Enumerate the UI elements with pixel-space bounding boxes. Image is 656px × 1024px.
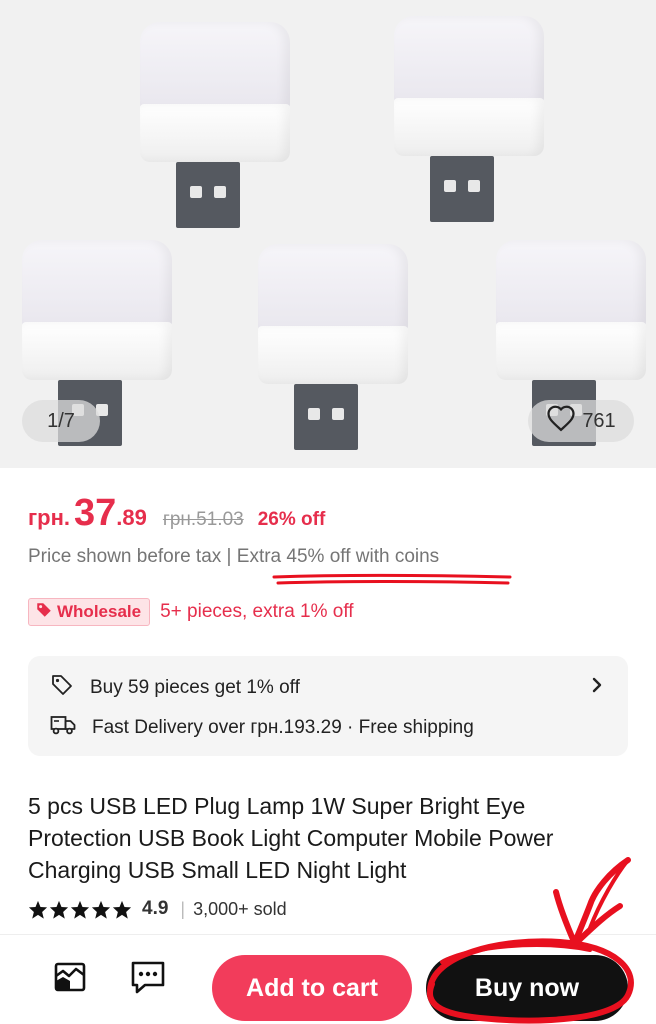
chat-button[interactable] (126, 957, 170, 1001)
discount-label: 26% off (257, 509, 326, 530)
original-price: грн.51.03 (162, 509, 244, 530)
star-icon (28, 900, 48, 919)
star-icon (70, 900, 90, 919)
annotation-underline (272, 574, 512, 585)
wholesale-text: 5+ pieces, extra 1% off (160, 601, 354, 622)
likes-count: 761 (582, 409, 616, 432)
product-image-lamp (140, 22, 290, 232)
star-icon (112, 900, 132, 919)
price-row: грн. 37 .89 грн.51.03 26% off (28, 492, 325, 535)
price-currency: грн. (28, 505, 71, 530)
rating-stars (28, 900, 132, 919)
image-counter: 1/7 (22, 400, 100, 442)
product-title: 5 pcs USB LED Plug Lamp 1W Super Bright … (28, 793, 554, 883)
delivery-text: Fast Delivery over грн.193.29 (92, 717, 342, 738)
tax-note: Price shown before tax | Extra 45% off w… (28, 546, 439, 568)
product-image-gallery[interactable]: 1/7 761 (0, 0, 656, 468)
buy-now-button[interactable]: Buy now (426, 955, 628, 1021)
star-icon (91, 900, 111, 919)
delivery-row[interactable]: Fast Delivery over грн.193.29 · Free shi… (50, 714, 474, 742)
tag-icon (35, 601, 53, 624)
rating-row[interactable]: 4.9 | 3,000+ sold (28, 898, 287, 920)
wishlist-button[interactable]: 761 (528, 400, 634, 442)
tag-icon (50, 673, 74, 703)
rating-separator: | (180, 898, 186, 919)
price-main: 37 (74, 492, 117, 534)
product-image-lamp (258, 244, 408, 454)
wholesale-badge: Wholesale (28, 598, 151, 626)
star-icon (49, 900, 69, 919)
chevron-right-icon[interactable] (590, 676, 604, 699)
bottom-action-bar: Add to cart Buy now (0, 934, 656, 1024)
bulk-discount-row[interactable]: Buy 59 pieces get 1% off (50, 673, 300, 703)
coins-offer-link[interactable]: Extra 45% off with coins (237, 546, 439, 567)
bulk-discount-text: Buy 59 pieces get 1% off (90, 677, 300, 698)
heart-icon (546, 404, 576, 438)
free-shipping-text: · Free shipping (341, 717, 474, 738)
wholesale-row: Wholesale 5+ pieces, extra 1% off (28, 598, 354, 626)
tax-note-text: Price shown before tax | (28, 546, 237, 567)
rating-value: 4.9 (142, 898, 169, 919)
truck-icon (50, 714, 76, 742)
chat-icon (129, 959, 167, 1000)
store-icon (52, 959, 88, 1000)
promo-shipping-card[interactable]: Buy 59 pieces get 1% off Fast Delivery o… (28, 656, 628, 756)
product-image-lamp (394, 16, 544, 226)
add-to-cart-button[interactable]: Add to cart (212, 955, 412, 1021)
store-button[interactable] (48, 957, 92, 1001)
wholesale-badge-label: Wholesale (57, 602, 142, 621)
price-cents: .89 (116, 505, 147, 530)
sold-count: 3,000+ sold (193, 898, 287, 919)
